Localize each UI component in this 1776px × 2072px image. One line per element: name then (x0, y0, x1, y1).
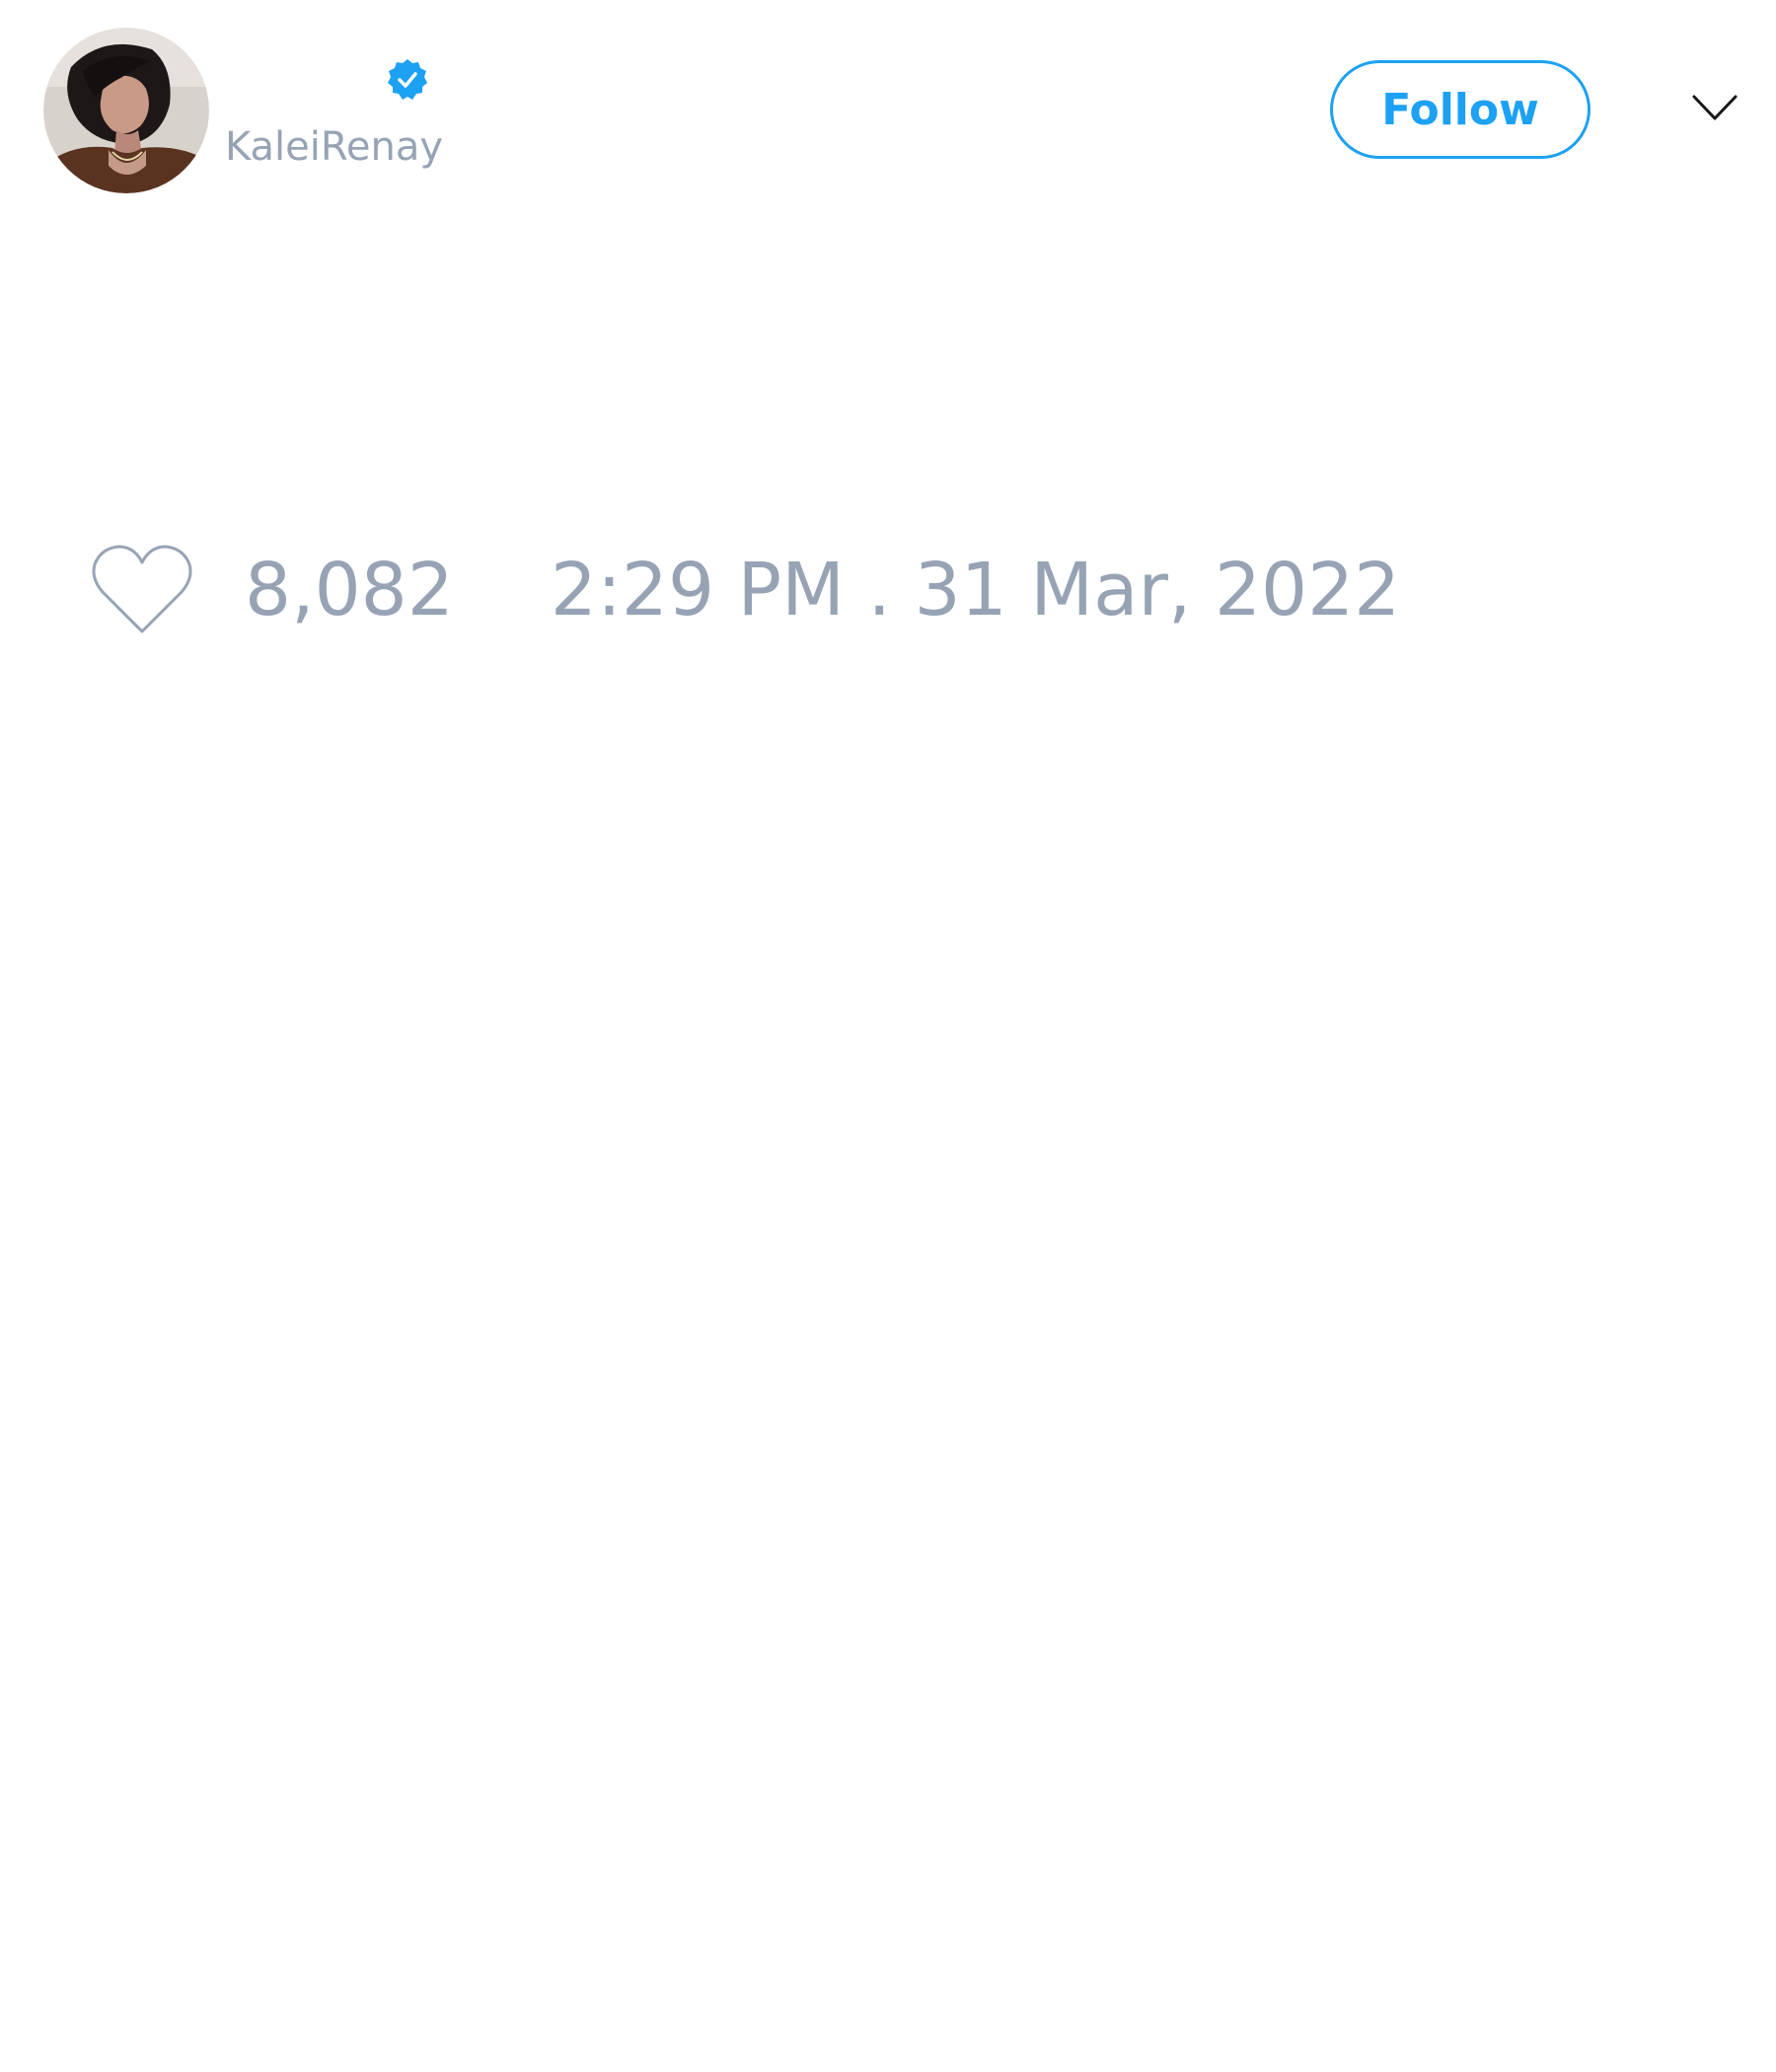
tweet-stats-row: 8,082 2:29 PM . 31 Mar, 2022 (89, 541, 1400, 639)
tweet-card: KaleiRenay Follow 8,082 2:29 PM . 31 Mar… (0, 0, 1776, 2072)
chevron-down-icon[interactable] (1691, 91, 1739, 124)
avatar-image (43, 28, 209, 193)
avatar[interactable] (43, 28, 209, 193)
verified-badge-icon (388, 59, 427, 100)
heart-icon[interactable] (89, 543, 195, 637)
tweet-timestamp[interactable]: 2:29 PM . 31 Mar, 2022 (551, 548, 1400, 632)
like-count[interactable]: 8,082 (245, 548, 454, 632)
author-handle[interactable]: KaleiRenay (225, 124, 443, 170)
follow-button[interactable]: Follow (1330, 60, 1591, 159)
author-name-row (225, 55, 430, 105)
